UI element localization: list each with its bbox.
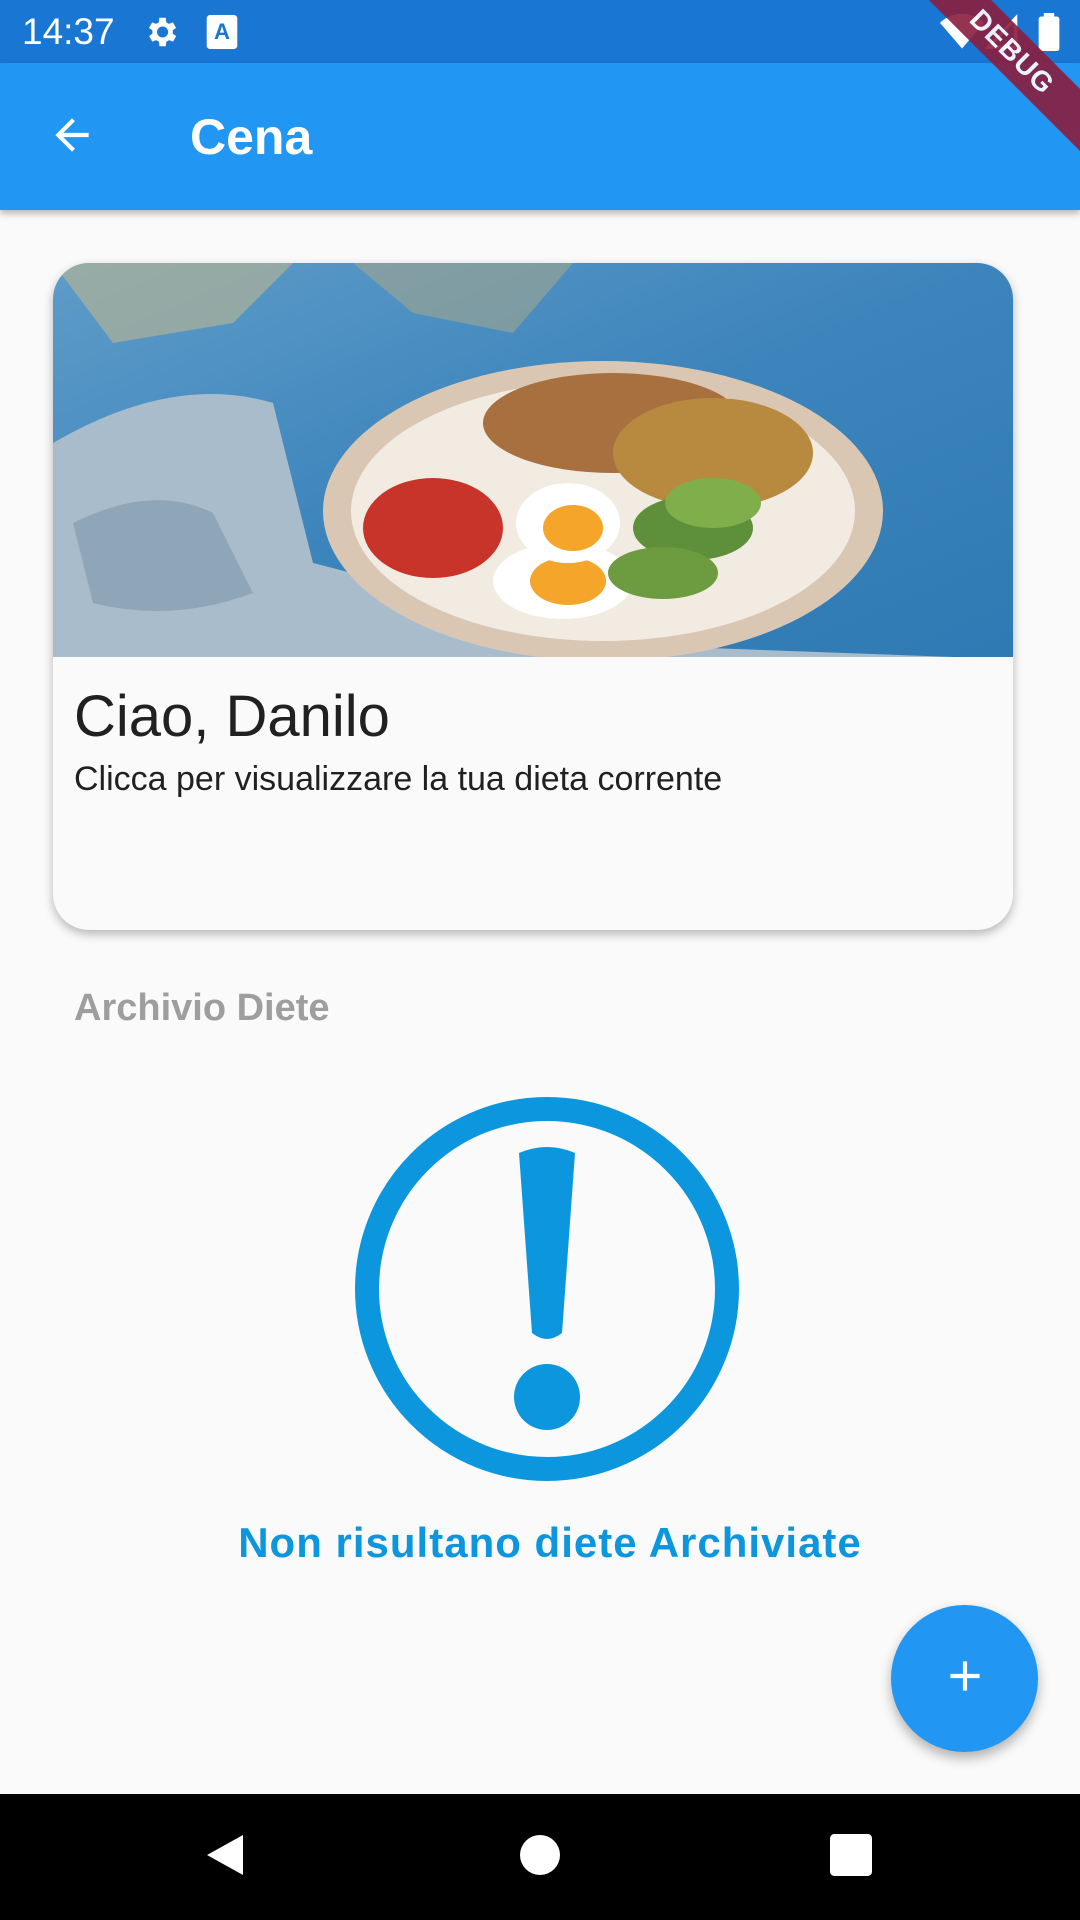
- status-time: 14:37: [22, 11, 115, 52]
- page-title: Cena: [190, 109, 313, 165]
- food-bowl-image: [53, 263, 1013, 657]
- back-button[interactable]: [42, 107, 102, 167]
- exclamation-circle-icon: [355, 1097, 739, 1481]
- recents-square-icon: [830, 1833, 872, 1881]
- greeting-title: Ciao, Danilo: [74, 684, 390, 749]
- nav-back-button[interactable]: [190, 1822, 260, 1892]
- status-bar: 14:37 A: [0, 0, 1080, 63]
- empty-archive-message: Non risultano diete Archiviate: [238, 1519, 862, 1566]
- svg-text:A: A: [214, 19, 230, 44]
- plus-icon: [940, 1651, 990, 1706]
- a-icon: A: [205, 13, 239, 56]
- system-nav-bar: [0, 1794, 1080, 1920]
- greeting-subtitle: Clicca per visualizzare la tua dieta cor…: [74, 760, 723, 798]
- add-diet-button[interactable]: [891, 1605, 1038, 1752]
- gear-icon: [142, 13, 180, 56]
- app-bar: Cena: [0, 63, 1080, 210]
- arrow-left-icon: [47, 110, 97, 165]
- home-circle-icon: [518, 1833, 562, 1882]
- nav-home-button[interactable]: [505, 1822, 575, 1892]
- nav-recents-button[interactable]: [816, 1822, 886, 1892]
- back-triangle-icon: [203, 1831, 247, 1884]
- section-title: Archivio Diete: [74, 987, 330, 1029]
- current-diet-card[interactable]: Ciao, Danilo Clicca per visualizzare la …: [53, 263, 1013, 930]
